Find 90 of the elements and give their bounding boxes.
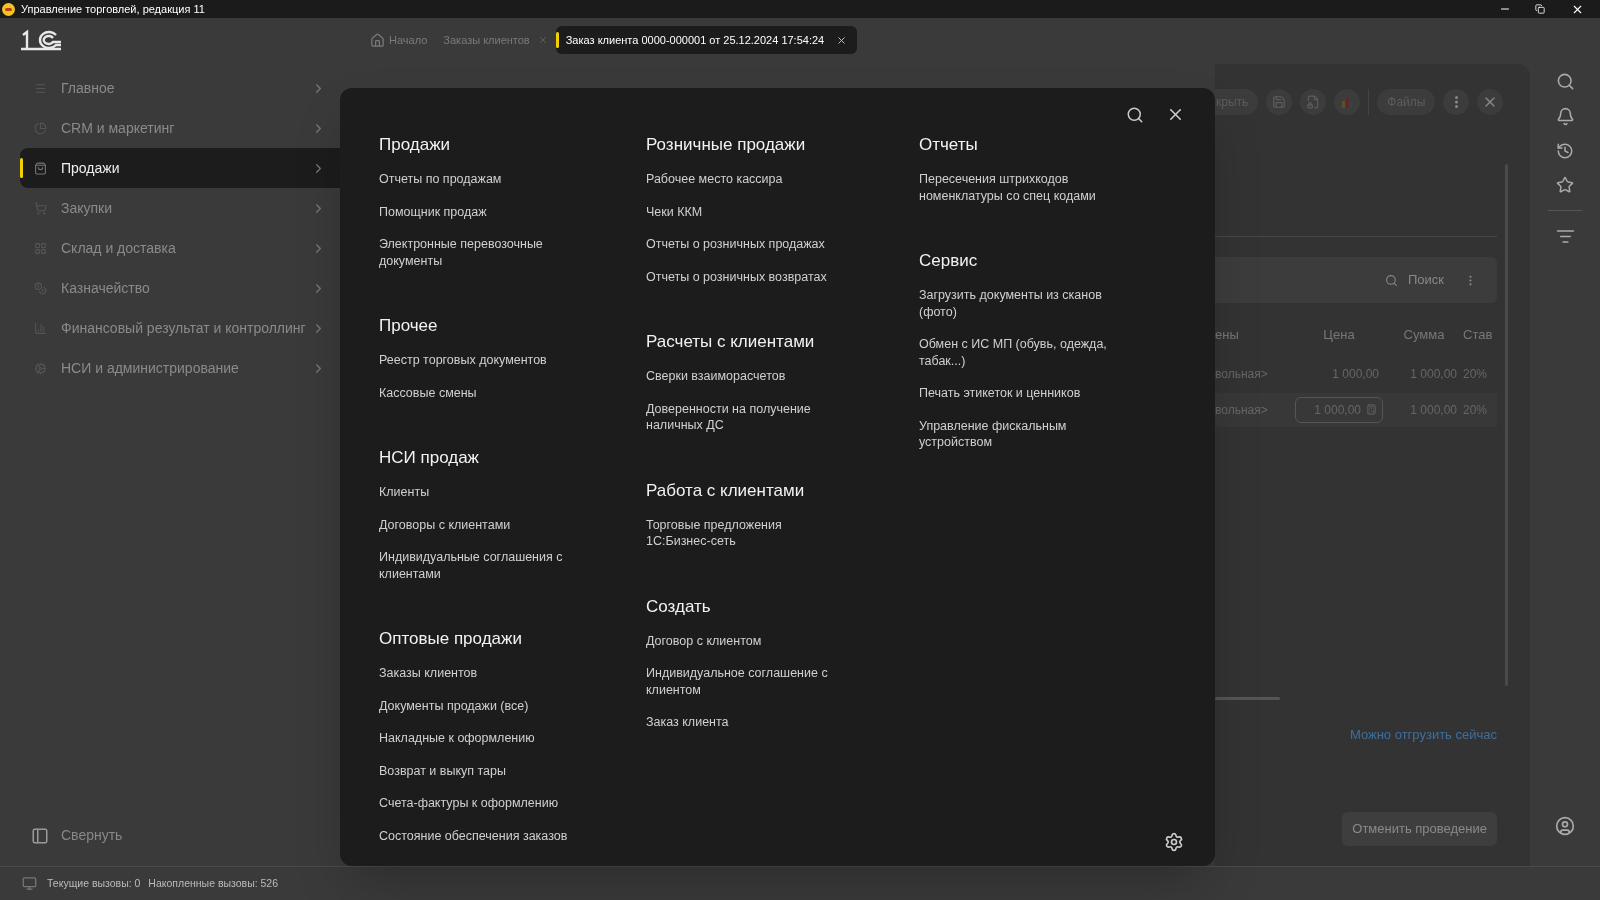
column-header: Сумма [1402,326,1446,344]
star-icon[interactable] [1556,176,1574,194]
filter-icon[interactable] [1555,227,1575,246]
section-heading: Прочее [379,316,439,336]
section-heading: Создать [646,596,712,617]
menu-link[interactable]: Кассовые смены [379,376,584,409]
window-title: Управление торговлей, редакция 11 [21,1,205,17]
document-tab[interactable]: Заказ клиента 0000-000001 от 25.12.2024 17:54:24 [555,26,858,54]
menu-link[interactable]: Накладные к оформлению [379,722,584,755]
close-icon[interactable] [836,34,848,46]
menu-link[interactable]: Заказы клиентов [379,657,584,690]
section-icon [34,241,47,255]
menu-link[interactable]: Отчеты по продажам [379,163,584,196]
tab-label: Заказы клиентов [443,32,530,48]
menu-link[interactable]: Печать этикеток и ценников [919,377,1124,410]
menu-link[interactable]: Состояние обеспечения заказов [379,819,584,852]
section-icon [34,121,47,135]
document-lock-icon [1306,95,1321,109]
app-icon [2,2,15,16]
history-icon[interactable] [1556,142,1574,160]
search-icon [1384,273,1398,287]
status-text: Текущие вызовы: 0 [47,875,141,891]
sidebar-label: CRM и маркетинг [61,118,176,138]
section-heading: Отчеты [919,135,979,155]
menu-link[interactable]: Торговые предложения 1С:Бизнес-сеть [646,508,841,558]
menu-link[interactable]: Реестр торговых документов [379,344,584,377]
tab-label: Начало [389,32,428,48]
sidebar-label: НСИ и администрирование [61,358,240,378]
menu-link[interactable]: Обмен с ИС МП (обувь, одежда, табак...) [919,328,1124,377]
search-icon[interactable] [1126,106,1144,124]
sidebar-label: Главное [61,78,116,98]
section-heading: Расчеты с клиентами [646,332,816,352]
menu-link[interactable]: Возврат и выкуп тары [379,754,584,787]
section-heading: Работа с клиентами [646,480,806,501]
column-header: Цена [1322,326,1356,344]
menu-link[interactable]: Договоры с клиентами [379,508,584,541]
menu-link[interactable]: Управление фискальным устройством [919,409,1124,459]
menu-link[interactable]: Рабочее место кассира [646,163,841,196]
section-heading: Оптовые продажи [379,629,523,649]
menu-link[interactable]: Индивидуальное соглашение с клиентом [646,657,841,706]
menu-link[interactable]: Пересечения штрихкодов номенклатуры со спец кодами [919,163,1124,212]
menu-link[interactable]: Сверки взаиморасчетов [646,360,841,393]
home-icon [370,32,385,48]
status-text: Накопленные вызовы: 526 [148,875,279,891]
column-header: ены [1215,326,1240,344]
menu-link[interactable]: Договор с клиентом [646,624,841,657]
menu-link[interactable]: Счета-фактуры к оформлению [379,787,584,820]
section-icon [34,281,47,295]
more-icon [1454,96,1458,108]
section-heading: НСИ продаж [379,448,480,468]
menu-link[interactable]: Чеки ККМ [646,195,841,228]
menu-link[interactable]: Документы продажи (все) [379,689,584,722]
section-heading: Розничные продажи [646,135,807,155]
settings-icon[interactable] [1164,832,1184,852]
menu-link[interactable]: Загрузить документы из сканов (фото) [919,279,1124,328]
search-placeholder: Поиск [1407,271,1444,290]
section-icon [34,321,47,335]
menu-link[interactable]: Доверенности на получение наличных ДС [646,392,841,442]
tab-label: Заказ клиента 0000-000001 от 25.12.2024 17:54:24 [565,32,825,48]
sidebar-item[interactable]: Продажи [20,148,340,188]
sidebar-label: Финансовый результат и контроллинг [61,318,307,338]
menu-link[interactable]: Индивидуальные соглашения с клиентами [379,541,584,590]
section-icon [34,361,47,375]
bell-icon[interactable] [1555,107,1575,126]
bar-chart-icon [1341,95,1354,109]
sidebar-label: Казначейство [61,278,151,298]
section-icon [34,161,47,175]
save-icon [1272,95,1287,109]
sidebar-label: Склад и доставка [61,238,177,258]
user-icon[interactable] [1555,816,1575,836]
menu-link[interactable]: Заказ клиента [646,706,841,739]
sidebar-label: Закупки [61,198,114,218]
section-heading: Сервис [919,251,979,271]
section-heading: Продажи [379,135,451,155]
section-icon [34,81,47,95]
monitor-icon [22,876,37,891]
search-icon[interactable] [1555,72,1575,91]
section-icon [34,201,47,215]
menu-link[interactable]: Отчеты о розничных возвратах [646,260,841,293]
panel-icon [31,826,49,845]
column-header: Став [1463,326,1493,344]
menu-link[interactable]: Клиенты [379,476,584,509]
restore-icon[interactable] [1535,4,1545,14]
logo-icon [20,29,62,51]
menu-link[interactable]: Отчеты о розничных продажах [646,228,841,261]
menu-link[interactable]: Помощник продаж [379,195,584,228]
sidebar-label: Продажи [61,158,121,178]
menu-link[interactable]: Электронные перевозочные документы [379,228,584,277]
more-button[interactable] [1443,89,1470,115]
close-button[interactable] [1477,89,1504,115]
